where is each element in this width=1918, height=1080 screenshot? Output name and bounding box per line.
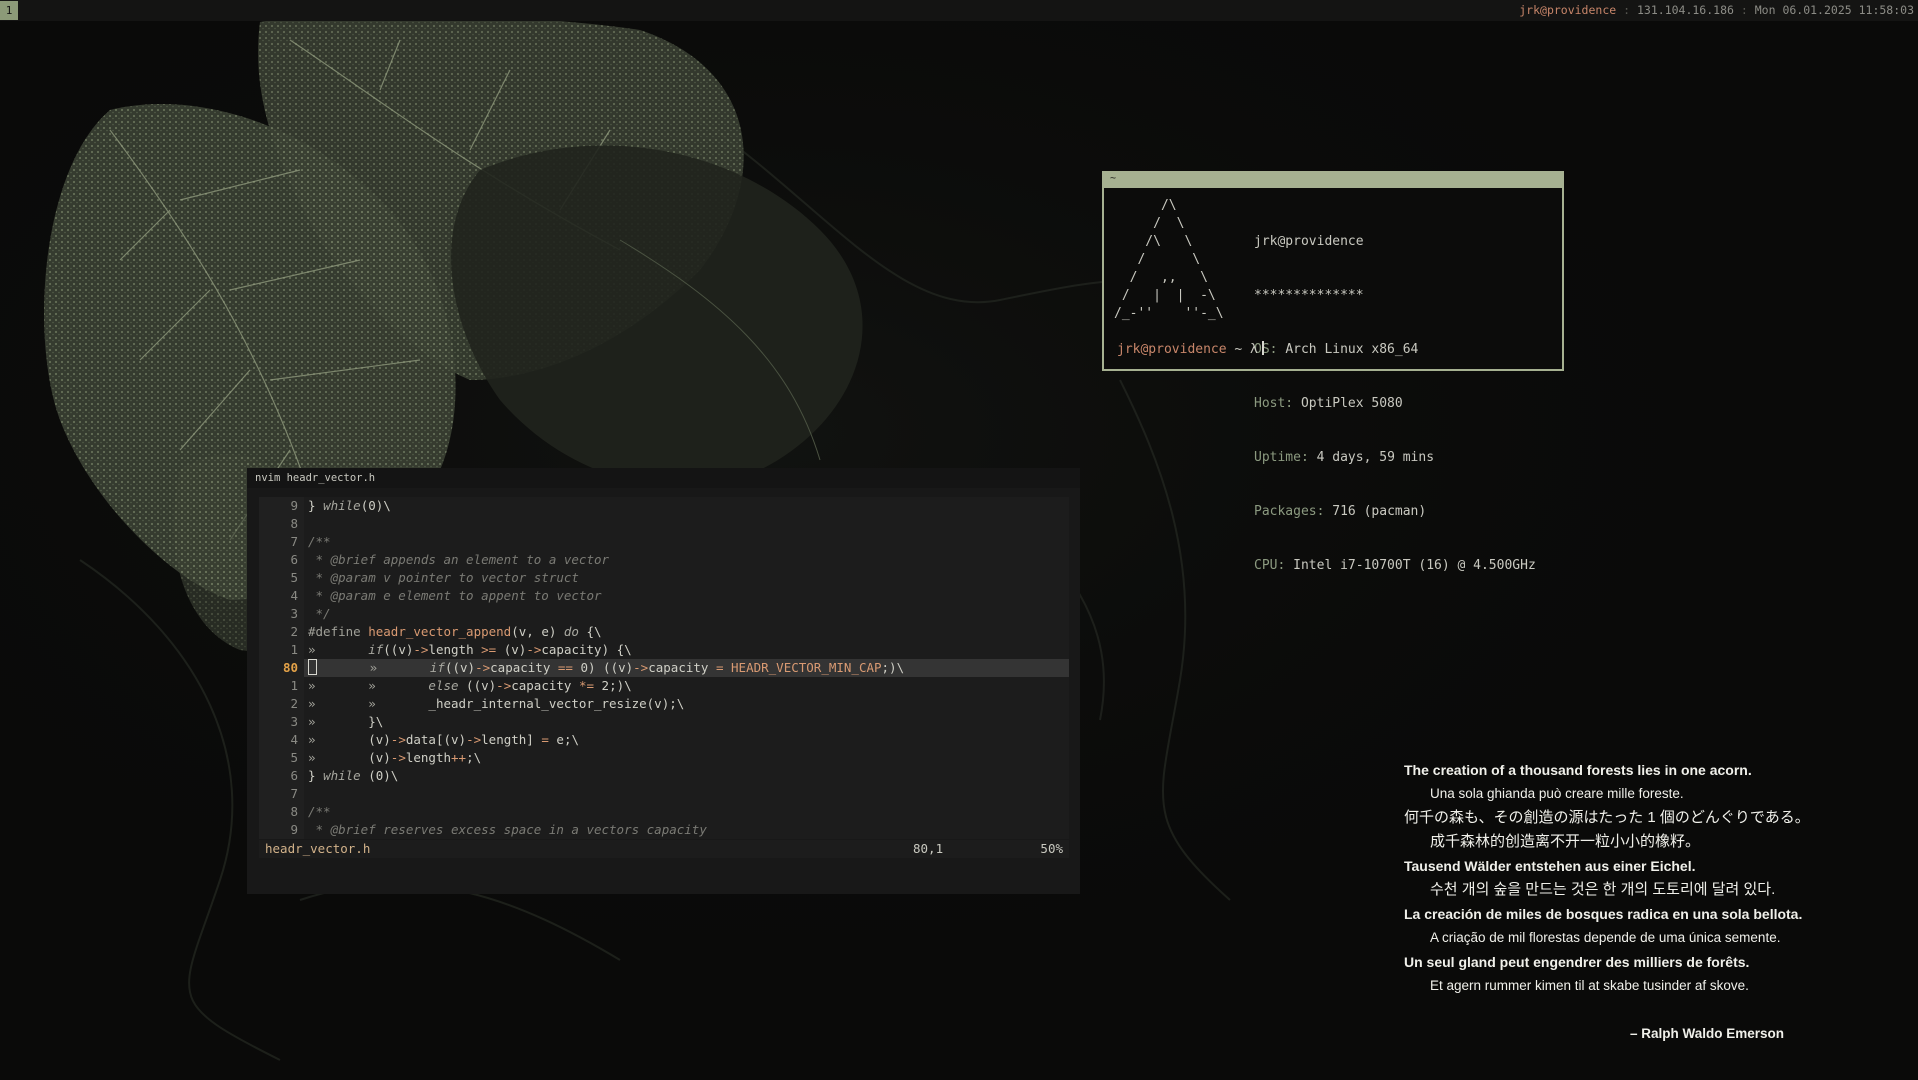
code-line-current[interactable]: 80 » if((v)->capacity == 0) ((v)->capaci… [259, 659, 1069, 677]
code-line[interactable]: 4» (v)->data[(v)->length] = e;\ [259, 731, 1069, 749]
status-datetime: Mon 06.01.2025 11:58:03 [1754, 3, 1914, 17]
top-bar: 1 jrk@providence : 131.104.16.186 : Mon … [0, 0, 1918, 21]
system-info: jrk@providence ************** OS: Arch L… [1254, 197, 1536, 611]
quote-line: La creación de miles de bosques radica e… [1404, 906, 1803, 922]
code-line[interactable]: 1» if((v)->length >= (v)->capacity) {\ [259, 641, 1069, 659]
shell-prompt[interactable]: jrk@providence ~ λ [1117, 341, 1264, 357]
status-separator: : [1623, 3, 1631, 17]
code-line[interactable]: 1» » else ((v)->capacity *= 2;)\ [259, 677, 1069, 695]
quote-author: – Ralph Waldo Emerson [1630, 1026, 1785, 1041]
terminal-window[interactable]: ~ /\ / \ /\ \ / \ / ,, \ / | | -\ /_-'' … [1102, 171, 1564, 573]
workspace-indicator[interactable]: 1 [0, 1, 18, 20]
text-cursor [1261, 341, 1264, 355]
code-line[interactable]: 3 */ [259, 605, 1069, 623]
code-line[interactable]: 5 * @param v pointer to vector struct [259, 569, 1069, 587]
arch-logo-ascii: /\ / \ /\ \ / \ / ,, \ / | | -\ /_-'' ''… [1114, 198, 1224, 321]
status-ip: 131.104.16.186 [1637, 3, 1734, 17]
code-line[interactable]: 7 [259, 785, 1069, 803]
desktop-quote: The creation of a thousand forests lies … [1404, 758, 1810, 1046]
block-cursor [308, 659, 317, 675]
quote-line: Et agern rummer kimen til at skabe tusin… [1430, 978, 1749, 993]
code-line[interactable]: 2 #define headr_vector_append(v, e) do {\ [259, 623, 1069, 641]
code-line[interactable]: 2» » _headr_internal_vector_resize(v);\ [259, 695, 1069, 713]
quote-line: 수천 개의 숲을 만드는 것은 한 개의 도토리에 달려 있다. [1430, 881, 1776, 898]
quote-line: 成千森林的创造离不开一粒小小的橡籽。 [1430, 833, 1701, 850]
neofetch-user-host: jrk@providence [1254, 234, 1364, 249]
quote-line: A criação de mil florestas depende de um… [1430, 930, 1781, 945]
code-line[interactable]: 7/** [259, 533, 1069, 551]
nvim-title: nvim headr_vector.h [247, 468, 1080, 488]
neofetch-underline: ************** [1254, 288, 1364, 303]
info-row: CPU: Intel i7-10700T (16) @ 4.500GHz [1254, 558, 1536, 573]
code-line[interactable]: 3» }\ [259, 713, 1069, 731]
quote-line: Un seul gland peut engendrer des millier… [1404, 954, 1750, 970]
statusline-filename: headr_vector.h [265, 841, 371, 856]
terminal-title: ~ [1104, 173, 1562, 188]
code-line[interactable]: 9} while(0)\ [259, 497, 1069, 515]
quote-line: The creation of a thousand forests lies … [1404, 762, 1752, 778]
code-line[interactable]: 6} while (0)\ [259, 767, 1069, 785]
code-line[interactable]: 8 [259, 515, 1069, 533]
code-line[interactable]: 5» (v)->length++;\ [259, 749, 1069, 767]
info-row: Host: OptiPlex 5080 [1254, 396, 1403, 411]
info-row: Packages: 716 (pacman) [1254, 504, 1427, 519]
code-line[interactable]: 4 * @param e element to appent to vector [259, 587, 1069, 605]
quote-line: Una sola ghianda può creare mille forest… [1430, 786, 1684, 801]
nvim-statusline: headr_vector.h 80,1 50% [259, 840, 1069, 858]
code-line[interactable]: 8/** [259, 803, 1069, 821]
prompt-host: jrk@providence [1117, 342, 1227, 357]
info-row: Uptime: 4 days, 59 mins [1254, 450, 1435, 465]
statusline-percent: 50% [1040, 841, 1063, 856]
quote-line: 何千の森も、その創造の源はたった 1 個のどんぐりである。 [1404, 809, 1810, 826]
quote-line: Tausend Wälder entstehen aus einer Eiche… [1404, 858, 1696, 874]
info-row: OS: Arch Linux x86_64 [1254, 342, 1419, 357]
code-line[interactable]: 6 * @brief appends an element to a vecto… [259, 551, 1069, 569]
status-area: jrk@providence : 131.104.16.186 : Mon 06… [1519, 0, 1914, 21]
code-line[interactable]: 9 * @brief reserves excess space in a ve… [259, 821, 1069, 839]
nvim-window[interactable]: nvim headr_vector.h 9} while(0)\ 8 7/** … [247, 468, 1080, 894]
editor-buffer[interactable]: 9} while(0)\ 8 7/** 6 * @brief appends a… [259, 497, 1069, 839]
prompt-rest: ~ λ [1226, 342, 1258, 357]
status-user-host: jrk@providence [1519, 3, 1617, 17]
statusline-position: 80,1 [913, 841, 944, 856]
status-separator: : [1740, 3, 1748, 17]
